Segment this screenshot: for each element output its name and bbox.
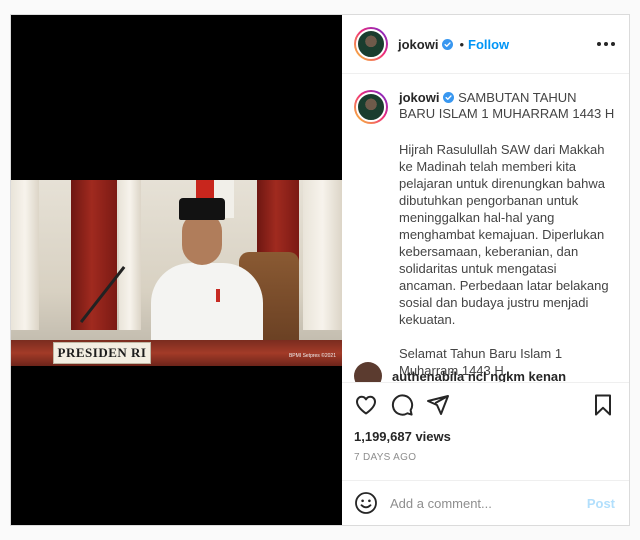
commenter-username[interactable]: authenabila ncl ngkm kenan <box>392 369 566 383</box>
photo-pillar <box>303 180 342 330</box>
comment-icon[interactable] <box>390 393 414 417</box>
instagram-post: PRESIDEN RI BPMI Setpres ©2021 jokowi • … <box>10 14 630 526</box>
verified-badge-icon <box>442 38 454 50</box>
photo-nameplate: PRESIDEN RI <box>53 342 151 364</box>
caption-username[interactable]: jokowi <box>399 90 439 105</box>
caption-area[interactable]: jokowi SAMBUTAN TAHUN BARU ISLAM 1 MUHAR… <box>342 74 629 382</box>
comment-input[interactable] <box>390 495 587 511</box>
post-media[interactable]: PRESIDEN RI BPMI Setpres ©2021 <box>11 15 342 525</box>
caption-header: jokowi SAMBUTAN TAHUN BARU ISLAM 1 MUHAR… <box>354 90 615 124</box>
post-photo[interactable]: PRESIDEN RI BPMI Setpres ©2021 <box>11 180 342 366</box>
photo-pillar <box>119 180 141 330</box>
post-sidebar: jokowi • Follow jokowi SAMBUTAN TAHUN BA… <box>342 15 629 525</box>
post-comment-button[interactable]: Post <box>587 496 615 511</box>
heart-icon[interactable] <box>354 393 378 417</box>
author-avatar-image <box>356 29 386 59</box>
author-username[interactable]: jokowi <box>398 37 438 52</box>
caption-avatar[interactable] <box>354 90 388 124</box>
follow-button[interactable]: Follow <box>468 37 509 52</box>
separator-dot: • <box>459 36 465 52</box>
commenter-avatar[interactable] <box>354 362 382 382</box>
more-options-icon[interactable] <box>597 38 615 50</box>
caption-title-block: jokowi SAMBUTAN TAHUN BARU ISLAM 1 MUHAR… <box>399 90 615 124</box>
post-actions: 1,199,687 views 7 DAYS AGO <box>342 382 629 480</box>
caption-paragraph: Hijrah Rasulullah SAW dari Makkah ke Mad… <box>399 142 609 327</box>
caption-avatar-image <box>356 92 386 122</box>
bookmark-icon[interactable] <box>591 393 615 417</box>
author-avatar[interactable] <box>354 27 388 61</box>
post-header: jokowi • Follow <box>342 15 629 74</box>
add-comment-bar: Post <box>342 480 629 525</box>
emoji-icon[interactable] <box>354 491 378 515</box>
comment-peek[interactable]: authenabila ncl ngkm kenan <box>354 362 566 382</box>
verified-badge-icon <box>443 92 455 103</box>
share-icon[interactable] <box>426 393 450 417</box>
caption-body: Hijrah Rasulullah SAW dari Makkah ke Mad… <box>399 141 615 379</box>
action-bar <box>354 393 615 417</box>
post-date[interactable]: 7 DAYS AGO <box>354 452 615 463</box>
photo-pillar <box>11 180 39 330</box>
photo-credit: BPMI Setpres ©2021 <box>288 353 336 359</box>
photo-person-cap <box>179 198 225 220</box>
photo-person-face <box>182 213 222 265</box>
photo-pin <box>216 289 220 302</box>
view-count[interactable]: 1,199,687 views <box>354 429 615 444</box>
